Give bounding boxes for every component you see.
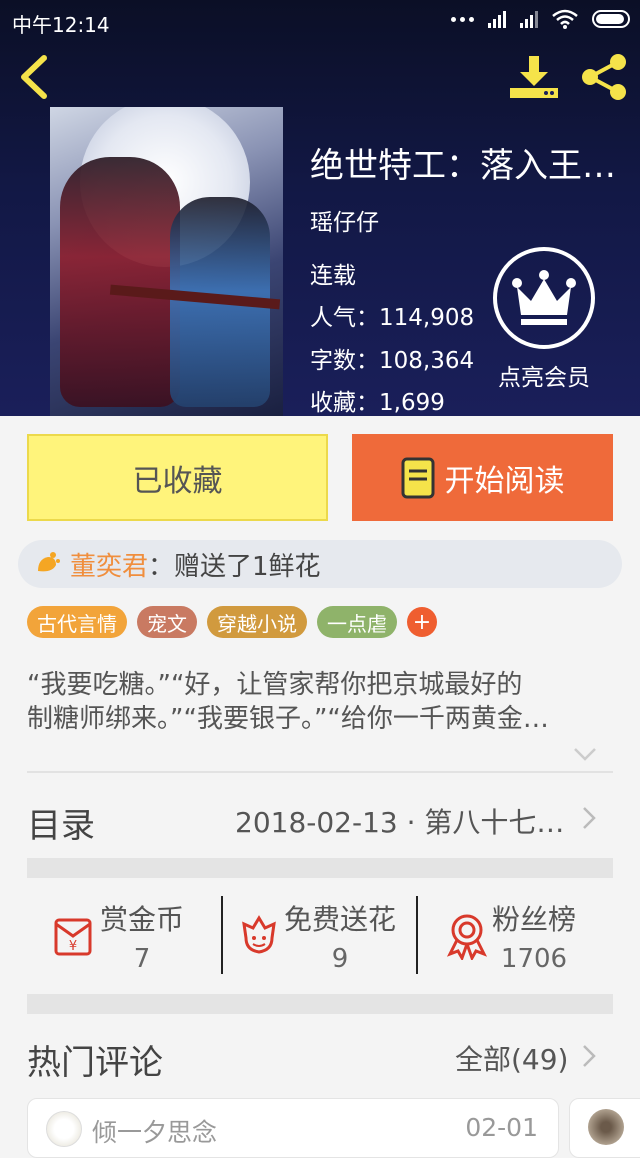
status-time: 中午12:14 — [12, 13, 110, 37]
comment-card[interactable] — [569, 1098, 640, 1158]
add-tag-button[interactable]: + — [407, 607, 437, 637]
cover-figure-red — [60, 157, 180, 407]
stat-label: 粉丝榜 — [492, 903, 577, 936]
gift-message: ：赠送了1鲜花 — [148, 551, 321, 582]
book-cover — [50, 107, 283, 416]
stat-value: 1706 — [500, 944, 568, 974]
stat-divider — [221, 896, 223, 974]
comment-card[interactable]: 倾一夕思念 02-01 — [27, 1098, 559, 1158]
book-popularity: 人气：114,908 — [310, 305, 475, 331]
comments-chevron-icon[interactable] — [582, 1044, 596, 1068]
expand-chevron-icon[interactable] — [573, 746, 597, 762]
status-icons — [451, 9, 630, 29]
book-title: 绝世特工：落入王… — [310, 146, 616, 186]
tag-item[interactable]: 穿越小说 — [207, 606, 307, 638]
wifi-icon — [552, 9, 578, 29]
vip-button[interactable] — [493, 247, 595, 349]
book-favorites: 收藏：1,699 — [310, 390, 445, 416]
avatar — [46, 1111, 82, 1147]
reward-coins[interactable]: ¥ 赏金币 7 — [50, 898, 184, 978]
book-description[interactable]: “我要吃糖。”“好，让管家帮你把京城最好的 制糖师绑来。”“我要银子。”“给你一… — [27, 668, 613, 736]
flower-bud-icon — [38, 552, 60, 572]
stat-divider — [416, 896, 418, 974]
hot-comments-title: 热门评论 — [27, 1043, 163, 1083]
start-reading-label: 开始阅读 — [444, 463, 565, 499]
comment-user: 倾一夕思念 — [92, 1118, 218, 1147]
signal-icon — [488, 10, 506, 28]
favorited-button[interactable]: 已收藏 — [27, 434, 328, 521]
stat-label: 赏金币 — [100, 903, 185, 936]
book-icon — [401, 457, 434, 498]
book-status: 连载 — [310, 263, 356, 289]
crown-icon — [512, 270, 576, 325]
avatar — [588, 1109, 624, 1145]
tag-list: 古代言情 宠文 穿越小说 一点虐 + — [27, 606, 437, 638]
gift-sender: 董奕君 — [70, 551, 149, 582]
description-line-2: 制糖师绑来。”“我要银子。”“给你一千两黄金… — [27, 704, 549, 734]
favorited-label: 已收藏 — [132, 463, 223, 499]
tag-item[interactable]: 一点虐 — [317, 606, 397, 638]
vip-label[interactable]: 点亮会员 — [480, 358, 608, 392]
description-line-1: “我要吃糖。”“好，让管家帮你把京城最好的 — [27, 670, 523, 700]
section-separator — [27, 994, 613, 1014]
stat-value: 7 — [133, 944, 151, 974]
all-comments-link[interactable]: 全部(49) — [455, 1038, 568, 1078]
book-word-count: 字数：108,364 — [310, 348, 475, 374]
download-icon[interactable] — [508, 54, 560, 100]
status-bar: 中午12:14 — [0, 0, 640, 44]
toc-label[interactable]: 目录 — [27, 798, 95, 847]
divider — [27, 771, 613, 773]
stat-label: 免费送花 — [284, 903, 397, 936]
flower-icon — [242, 915, 276, 954]
red-envelope-icon: ¥ — [54, 918, 92, 956]
share-icon[interactable] — [578, 52, 630, 102]
toc-latest-chapter[interactable]: 2018-02-13 · 第八十七… — [235, 801, 565, 841]
stat-value: 9 — [331, 944, 349, 974]
signal-2-icon — [520, 10, 538, 28]
svg-text:¥: ¥ — [69, 939, 77, 954]
back-arrow-icon[interactable] — [14, 54, 54, 100]
gift-banner[interactable]: 董奕君 ：赠送了1鲜花 — [18, 540, 622, 588]
section-separator — [27, 858, 613, 878]
tag-item[interactable]: 古代言情 — [27, 606, 127, 638]
book-header: 中午12:14 绝世特工：落入王… 瑶仔仔 连载 人气：114,908 字数：1… — [0, 0, 640, 416]
more-dots-icon — [451, 16, 474, 22]
book-author[interactable]: 瑶仔仔 — [310, 203, 379, 237]
free-flowers[interactable]: 免费送花 9 — [234, 898, 396, 978]
fan-ranking[interactable]: 粉丝榜 1706 — [442, 898, 576, 978]
start-reading-button[interactable]: 开始阅读 — [352, 434, 613, 521]
tag-item[interactable]: 宠文 — [137, 606, 197, 638]
toc-chevron-icon[interactable] — [582, 806, 596, 830]
battery-icon — [592, 10, 630, 28]
ribbon-medal-icon — [446, 914, 488, 960]
